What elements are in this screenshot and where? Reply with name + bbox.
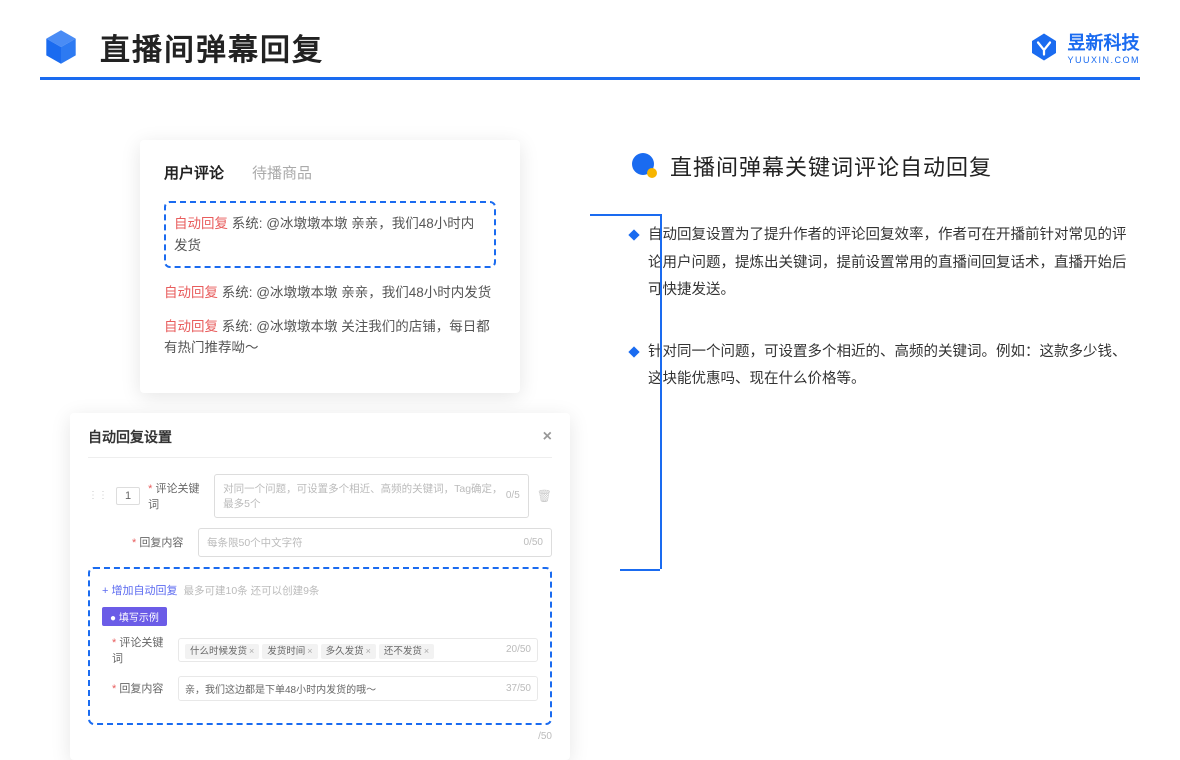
example-content-input[interactable]: 亲，我们这边都是下单48小时内发货的哦～37/50 xyxy=(178,676,538,701)
slide-header: 直播间弹幕回复 昱新科技YUUXIN.COM xyxy=(40,25,1140,69)
brand-name: 昱新科技 xyxy=(1067,29,1140,55)
diamond-icon xyxy=(628,229,639,240)
auto-reply-badge: 自动回复 xyxy=(164,319,218,334)
example-keyword-label: 评论关键词 xyxy=(112,634,170,666)
keyword-label: 评论关键词 xyxy=(148,480,206,512)
keyword-tag[interactable]: 多久发货× xyxy=(321,644,376,659)
brand-url: YUUXIN.COM xyxy=(1067,55,1140,65)
page-title: 直播间弹幕回复 xyxy=(100,25,324,69)
bullet-point-2: 针对同一个问题，可设置多个相近的、高频的关键词。例如：这款多少钱、这块能优惠吗、… xyxy=(630,339,1140,394)
keyword-input[interactable]: 对同一个问题，可设置多个相近、高频的关键词，Tag确定，最多5个0/5 xyxy=(214,474,529,518)
content-input[interactable]: 每条限50个中文字符0/50 xyxy=(198,528,552,557)
tab-pending-products[interactable]: 待播商品 xyxy=(252,162,312,183)
example-content-label: 回复内容 xyxy=(112,680,170,696)
chat-bubble-icon xyxy=(630,152,658,180)
delete-icon[interactable]: 🗑 xyxy=(537,489,552,503)
add-note: 最多可建10条 还可以创建9条 xyxy=(183,585,319,597)
header-divider xyxy=(40,77,1140,80)
content-label: 回复内容 xyxy=(132,534,190,550)
example-badge: ● 填写示例 xyxy=(102,607,167,626)
comment-text: 系统: @冰墩墩本墩 亲亲，我们48小时内发货 xyxy=(222,285,491,300)
keyword-tag[interactable]: 还不发货× xyxy=(379,644,434,659)
auto-reply-badge: 自动回复 xyxy=(164,285,218,300)
add-auto-reply-link[interactable]: + 增加自动回复 xyxy=(102,585,177,597)
keyword-tag[interactable]: 什么时候发货× xyxy=(185,644,259,659)
cube-icon xyxy=(40,26,82,68)
settings-title: 自动回复设置 xyxy=(88,427,172,447)
bullet-point-1: 自动回复设置为了提升作者的评论回复效率，作者可在开播前针对常见的评论用户问题，提… xyxy=(630,222,1140,305)
brand-logo: 昱新科技YUUXIN.COM xyxy=(1029,29,1140,65)
example-keyword-input[interactable]: 什么时候发货×发货时间×多久发货×还不发货× 20/50 xyxy=(178,638,538,662)
keyword-tag[interactable]: 发货时间× xyxy=(262,644,317,659)
outer-count: /50 xyxy=(88,731,552,742)
highlighted-comment: 自动回复 系统: @冰墩墩本墩 亲亲，我们48小时内发货 xyxy=(164,201,496,268)
example-section: + 增加自动回复最多可建10条 还可以创建9条 ● 填写示例 评论关键词 什么时… xyxy=(88,567,552,725)
comments-card: 用户评论 待播商品 自动回复 系统: @冰墩墩本墩 亲亲，我们48小时内发货 自… xyxy=(140,140,520,393)
settings-card: 自动回复设置 × ⋮⋮ 1 评论关键词 对同一个问题，可设置多个相近、高频的关键… xyxy=(70,413,570,760)
drag-handle-icon[interactable]: ⋮⋮ xyxy=(88,490,108,501)
logo-icon xyxy=(1029,32,1059,62)
tag-list: 什么时候发货×发货时间× 多久发货×还不发货× xyxy=(185,643,437,657)
rule-number: 1 xyxy=(116,487,140,505)
tab-user-comments[interactable]: 用户评论 xyxy=(164,162,224,183)
section-title: 直播间弹幕关键词评论自动回复 xyxy=(670,150,992,182)
diamond-icon xyxy=(628,346,639,357)
close-icon[interactable]: × xyxy=(543,428,552,446)
auto-reply-badge: 自动回复 xyxy=(174,216,228,231)
